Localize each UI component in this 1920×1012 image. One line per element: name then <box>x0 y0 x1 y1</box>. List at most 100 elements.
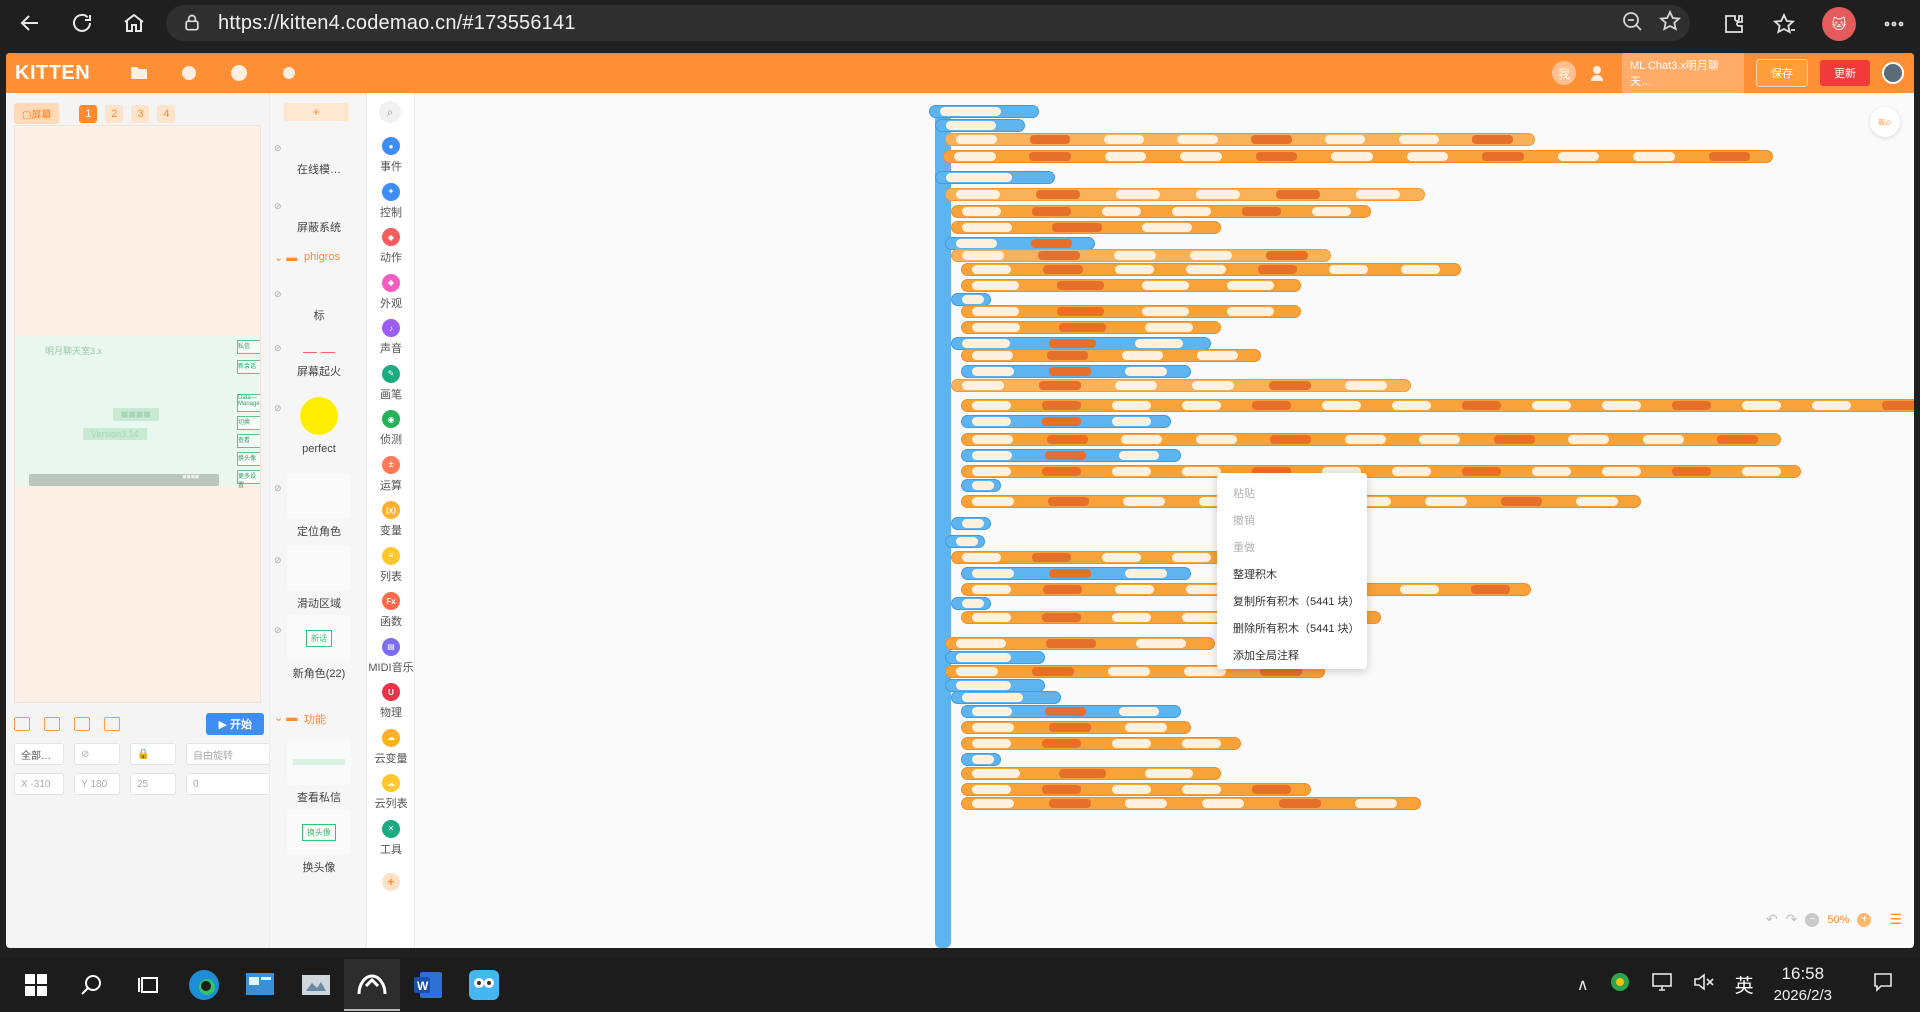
block-input-slot[interactable] <box>972 613 1011 622</box>
block-input-slot[interactable] <box>1125 569 1168 578</box>
block-input-slot[interactable] <box>1048 339 1097 348</box>
block-input-slot[interactable] <box>972 569 1015 578</box>
block-input-slot[interactable] <box>1048 367 1091 376</box>
block-input-slot[interactable] <box>972 451 1013 460</box>
block-input-slot[interactable] <box>972 351 1014 360</box>
word-icon[interactable]: W <box>400 959 456 1011</box>
block-input-slot[interactable] <box>972 723 1015 732</box>
sprite-item[interactable]: ⊘ 滑动区域 <box>270 545 366 611</box>
sprite-item[interactable]: ⊘ — — 屏幕起火 <box>270 343 366 379</box>
block-input-slot[interactable] <box>956 653 1011 662</box>
block-input-slot[interactable] <box>1042 785 1081 794</box>
block-input-slot[interactable] <box>1399 585 1439 594</box>
block-input-slot[interactable] <box>1118 707 1159 716</box>
category-4[interactable]: ♪ 声音 <box>367 319 415 356</box>
block-input-slot[interactable] <box>1331 152 1373 161</box>
block-input-slot[interactable] <box>962 295 984 304</box>
block-input-slot[interactable] <box>972 481 994 490</box>
grid-icon[interactable] <box>44 717 60 731</box>
block-input-slot[interactable] <box>1036 190 1080 199</box>
menu-item-paste[interactable]: 粘贴 <box>1217 481 1367 508</box>
block-input-slot[interactable] <box>972 799 1015 808</box>
network-icon[interactable] <box>1651 972 1673 997</box>
collaborate-icon[interactable] <box>1588 62 1610 84</box>
block-input-slot[interactable] <box>1058 323 1107 332</box>
code-block[interactable] <box>951 379 1411 392</box>
block-input-slot[interactable] <box>1278 799 1321 808</box>
block-input-slot[interactable] <box>1186 265 1226 274</box>
block-input-slot[interactable] <box>1324 135 1366 144</box>
block-input-slot[interactable] <box>1047 497 1090 506</box>
size-field[interactable]: 25 <box>130 773 176 795</box>
block-input-slot[interactable] <box>1257 265 1297 274</box>
block-input-slot[interactable] <box>1042 417 1081 426</box>
screen-tab-1[interactable]: 1 <box>79 104 98 123</box>
block-input-slot[interactable] <box>1251 135 1292 144</box>
account-avatar[interactable] <box>1882 62 1904 84</box>
sprite-item[interactable]: 换头像 换头像 <box>270 809 366 875</box>
block-input-slot[interactable] <box>962 223 1012 232</box>
menu-item-add-comment[interactable]: 添加全局注释 <box>1217 643 1367 670</box>
block-input-slot[interactable] <box>1172 207 1211 216</box>
block-input-slot[interactable] <box>1103 135 1145 144</box>
block-input-slot[interactable] <box>956 681 1011 690</box>
stage-size-icon[interactable] <box>14 717 30 731</box>
screenshot-icon[interactable] <box>104 717 120 731</box>
block-input-slot[interactable] <box>946 121 996 130</box>
block-input-slot[interactable] <box>1112 739 1151 748</box>
menu-item-clean-up[interactable]: 整理积木 <box>1217 562 1367 589</box>
zoom-out-icon[interactable] <box>1620 9 1644 33</box>
block-input-slot[interactable] <box>962 693 1023 702</box>
block-input-slot[interactable] <box>1312 207 1351 216</box>
block-input-slot[interactable] <box>1227 307 1274 316</box>
task-view-icon[interactable] <box>120 959 176 1011</box>
code-block[interactable] <box>961 737 1241 750</box>
code-block[interactable] <box>961 415 1171 428</box>
block-input-slot[interactable] <box>1470 585 1510 594</box>
block-input-slot[interactable] <box>1038 381 1081 390</box>
add-extension-button[interactable]: + <box>367 873 415 894</box>
category-15[interactable]: ✕ 工具 <box>367 819 415 857</box>
block-input-slot[interactable] <box>972 585 1012 594</box>
block-input-slot[interactable] <box>1493 435 1535 444</box>
block-input-slot[interactable] <box>1112 401 1151 410</box>
block-input-slot[interactable] <box>1114 251 1156 260</box>
block-input-slot[interactable] <box>1355 799 1398 808</box>
category-3[interactable]: ◆ 外观 <box>367 273 415 311</box>
block-input-slot[interactable] <box>1102 207 1141 216</box>
block-input-slot[interactable] <box>1322 401 1361 410</box>
screen-tab-2[interactable]: 2 <box>105 104 124 123</box>
block-input-slot[interactable] <box>1398 135 1440 144</box>
block-input-slot[interactable] <box>1112 785 1151 794</box>
game-app-icon[interactable] <box>456 959 512 1011</box>
block-input-slot[interactable] <box>1196 190 1240 199</box>
code-block[interactable] <box>951 221 1221 234</box>
block-input-slot[interactable] <box>972 281 1019 290</box>
block-input-slot[interactable] <box>1029 152 1071 161</box>
block-input-slot[interactable] <box>1031 239 1073 248</box>
block-input-slot[interactable] <box>956 639 1006 648</box>
block-input-slot[interactable] <box>1057 281 1104 290</box>
block-input-slot[interactable] <box>1812 401 1851 410</box>
category-8[interactable]: (x) 变量 <box>367 501 415 538</box>
angle-field[interactable]: 0 <box>186 773 270 795</box>
block-input-slot[interactable] <box>962 599 984 608</box>
block-input-slot[interactable] <box>1052 223 1102 232</box>
block-input-slot[interactable] <box>1042 467 1081 476</box>
code-block[interactable] <box>961 279 1301 292</box>
category-1[interactable]: ✦ 控制 <box>367 182 415 220</box>
user-avatar[interactable]: 我 <box>1552 61 1576 85</box>
menu-item-redo[interactable]: 重做 <box>1217 535 1367 562</box>
block-input-slot[interactable] <box>972 785 1011 794</box>
block-input-slot[interactable] <box>940 107 1001 116</box>
eye-icon[interactable]: ⊘ <box>274 403 282 414</box>
block-input-slot[interactable] <box>1125 723 1168 732</box>
code-block[interactable] <box>961 399 1914 412</box>
block-input-slot[interactable] <box>1242 207 1281 216</box>
favorites-icon[interactable] <box>1772 12 1796 36</box>
block-input-slot[interactable] <box>1145 769 1193 778</box>
block-input-slot[interactable] <box>1112 467 1151 476</box>
category-5[interactable]: ✎ 画笔 <box>367 364 415 402</box>
start-button[interactable]: ▶ 开始 <box>206 713 264 735</box>
search-list-icon[interactable]: ≡⌕ <box>1870 107 1900 137</box>
